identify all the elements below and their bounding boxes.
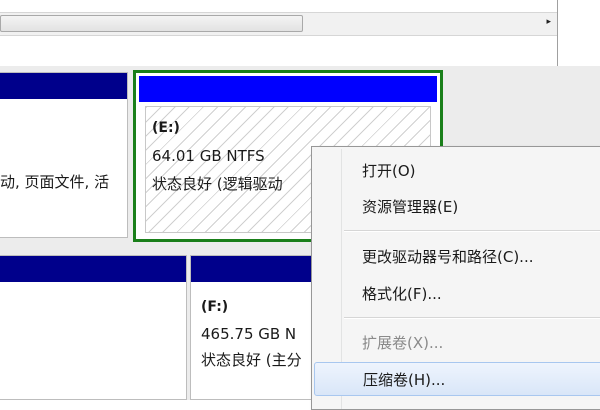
menu-separator xyxy=(344,230,600,232)
menu-separator xyxy=(344,317,600,319)
partition-unallocated-left[interactable] xyxy=(0,255,187,400)
partition-size: 64.01 GB NTFS xyxy=(152,147,265,165)
context-menu: 打开(O) 资源管理器(E) 更改驱动器号和路径(C)... 格式化(F)...… xyxy=(311,146,600,410)
partition-system[interactable]: 动, 页面文件, 活 xyxy=(0,72,128,238)
partition-label: (F:) xyxy=(201,299,229,315)
primary-partition-bar xyxy=(0,73,127,99)
scroll-right-icon[interactable]: ▸ xyxy=(546,17,551,27)
logical-drive-bar xyxy=(139,76,437,102)
top-volume-list-pane: ▸ xyxy=(0,0,557,46)
partition-label: (E:) xyxy=(152,120,180,136)
partition-status: 动, 页面文件, 活 xyxy=(0,173,110,191)
partition-status: 状态良好 (主分 xyxy=(201,351,302,369)
partition-size: 465.75 GB N xyxy=(201,325,297,343)
horizontal-scrollbar[interactable]: ▸ xyxy=(0,12,557,36)
partition-status: 状态良好 (逻辑驱动 xyxy=(152,175,283,193)
menu-item-shrink-volume[interactable]: 压缩卷(H)... xyxy=(314,362,600,396)
menu-item-extend-volume[interactable]: 扩展卷(X)... xyxy=(314,326,600,360)
primary-partition-bar xyxy=(0,256,186,282)
menu-item-open[interactable]: 打开(O) xyxy=(314,154,600,188)
menu-item-format[interactable]: 格式化(F)... xyxy=(314,277,600,311)
scrollbar-thumb[interactable] xyxy=(0,15,303,32)
menu-item-explorer[interactable]: 资源管理器(E) xyxy=(314,190,600,224)
menu-item-change-drive-letter[interactable]: 更改驱动器号和路径(C)... xyxy=(314,240,600,274)
